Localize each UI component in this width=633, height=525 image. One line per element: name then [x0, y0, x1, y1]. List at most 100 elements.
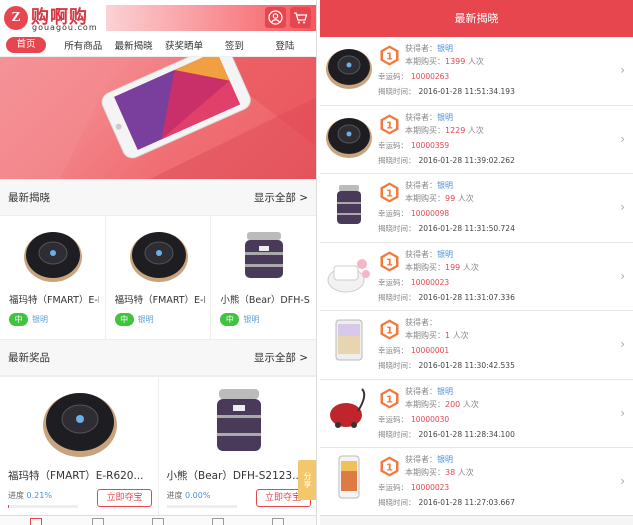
reveal-list-item[interactable]: 1 获得者：银明 本期购买：1399 人次 幸运码： 10000263 揭晓时间： 2016…	[320, 37, 633, 106]
lucky-code: 10000023	[411, 483, 450, 492]
purchase-line: 本期购买：200 人次	[405, 399, 479, 410]
lunch-box-image	[245, 232, 284, 278]
winner-label: 获得者：	[405, 249, 437, 259]
svg-text:1: 1	[386, 257, 393, 268]
reveal-list-item[interactable]: 1 获得者：银明 本期购买：38 人次 幸运码： 10000023 揭晓时间： 2016-0…	[320, 448, 633, 517]
product-name: 福玛特（FMART）E-R620...	[9, 295, 99, 306]
prize-card[interactable]: 小熊（Bear）DFH-S2123... 进度 0.00% 立即夺宝	[159, 377, 317, 519]
first-place-medal-icon: 1	[380, 388, 399, 408]
nav-winner-shares[interactable]: 获奖晒单	[159, 38, 209, 52]
reveal-list-item[interactable]: 1 获得者： 本期购买：1 人次 幸运码： 10000001 揭晓时间： 2016-01-2…	[320, 311, 633, 380]
reveal-card[interactable]: 小熊（Bear）DFH-S2123... 中 银明	[211, 216, 316, 339]
winner-name[interactable]: 银明	[437, 44, 453, 53]
reveal-list: 1 获得者：银明 本期购买：1399 人次 幸运码： 10000263 揭晓时间： 2016…	[320, 37, 633, 517]
win-badge: 中	[114, 313, 134, 326]
reveal-time: 2016-01-28 11:39:02.262	[418, 155, 515, 165]
robot-vacuum-image	[326, 117, 372, 158]
latest-reveal-more-link[interactable]: 显示全部 >	[254, 190, 308, 205]
reveal-time: 2016-01-28 11:31:50.724	[418, 224, 515, 233]
lucky-label: 幸运码：	[378, 140, 408, 150]
winner-name[interactable]: 银明	[138, 313, 154, 326]
cart-icon[interactable]	[290, 7, 311, 28]
bought-label: 本期购买：	[405, 468, 445, 477]
lucky-label: 幸运码：	[378, 346, 408, 355]
winner-name[interactable]: 银明	[243, 313, 259, 326]
latest-reveal-header: 最新揭晓 显示全部 >	[0, 179, 316, 216]
first-place-medal-icon: 1	[380, 182, 399, 203]
winner-label: 获得者：	[405, 386, 437, 396]
lucky-label: 幸运码：	[378, 483, 408, 492]
reveal-time-label: 揭晓时间：	[378, 498, 416, 507]
chevron-right-icon: ›	[620, 63, 625, 77]
product-name: 小熊（Bear）DFH-S2123...	[220, 295, 310, 306]
chevron-right-icon: ›	[620, 200, 625, 214]
latest-prizes-title: 最新奖品	[8, 352, 50, 364]
latest-reveal-grid: 福玛特（FMART）E-R620... 中 银明 福玛特（FMART）E-R62…	[0, 216, 316, 339]
reveal-time-label: 揭晓时间：	[378, 87, 416, 96]
lucky-code-line: 幸运码： 10000001	[378, 345, 449, 356]
bought-label: 本期购买：	[405, 125, 445, 135]
user-icon[interactable]	[265, 7, 286, 28]
prize-card[interactable]: 福玛特（FMART）E-R620... 进度 0.21% 立即夺宝	[0, 377, 159, 519]
reveal-time: 2016-01-28 11:51:34.193	[418, 87, 515, 96]
bought-label: 本期购买：	[405, 57, 445, 66]
winner-name[interactable]: 银明	[437, 113, 453, 122]
lunch-box-image	[216, 389, 261, 451]
mobile-home-panel: Z 购啊购 gouagou.com 首页 所有商品 最新揭晓 获奖晒单 签到 登…	[0, 0, 317, 525]
yogurt-maker-image	[327, 258, 370, 292]
lucky-code-line: 幸运码： 10000023	[378, 482, 449, 493]
first-place-medal-icon: 1	[380, 45, 399, 66]
latest-reveal-title: 最新揭晓	[8, 192, 50, 204]
chevron-right-icon: ›	[620, 131, 625, 146]
win-badge: 中	[9, 313, 28, 326]
reveal-time-line: 揭晓时间： 2016-01-28 11:31:07.336	[378, 292, 515, 303]
winner-name[interactable]: 银明	[32, 313, 48, 326]
reveal-time-label: 揭晓时间：	[378, 361, 416, 370]
reveal-card[interactable]: 福玛特（FMART）E-R620... 中 银明	[106, 216, 212, 339]
purchase-line: 本期购买：99 人次	[405, 193, 474, 204]
category-tab-icon[interactable]	[92, 518, 104, 525]
first-place-medal-icon: 1	[380, 456, 399, 477]
nav-check-in[interactable]: 签到	[209, 38, 259, 52]
bought-label: 本期购买：	[405, 331, 445, 340]
winner-name[interactable]: 银明	[437, 387, 453, 396]
nav-login[interactable]: 登陆	[260, 38, 310, 52]
cart-tab-icon[interactable]	[212, 518, 224, 525]
lucky-code-line: 幸运码： 10000098	[378, 208, 449, 219]
win-badge: 中	[220, 313, 240, 326]
profile-tab-icon[interactable]	[272, 518, 284, 525]
lucky-code: 10000263	[411, 72, 450, 81]
nav-latest-reveal[interactable]: 最新揭晓	[108, 38, 158, 52]
bought-label: 本期购买：	[405, 262, 445, 272]
home-tab-icon[interactable]	[30, 518, 42, 525]
reveal-list-item[interactable]: 1 获得者：银明 本期购买：200 人次 幸运码： 10000030 揭晓时间： 2016-…	[320, 379, 633, 448]
winner-name[interactable]: 银明	[437, 181, 453, 190]
share-tab[interactable]: 分享	[298, 460, 316, 500]
reveal-list-item[interactable]: 1 获得者：银明 本期购买：99 人次 幸运码： 10000098 揭晓时间： 2016-0…	[320, 174, 633, 243]
reveal-list-item[interactable]: 1 获得者：银明 本期购买：199 人次 幸运码： 10000023 揭晓时间： 2016-…	[320, 242, 633, 311]
buy-now-button[interactable]: 立即夺宝	[97, 489, 152, 507]
promo-banner[interactable]	[0, 57, 316, 179]
winner-name[interactable]: 银明	[437, 250, 453, 259]
first-place-medal-icon: 1	[380, 251, 399, 271]
nav-home[interactable]: 首页	[6, 36, 46, 53]
latest-prizes-more-link[interactable]: 显示全部 >	[254, 350, 308, 365]
progress-bar	[8, 505, 78, 508]
purchase-count: 200	[445, 399, 461, 409]
svg-text:1: 1	[386, 189, 393, 200]
lucky-code: 10000359	[411, 140, 450, 150]
lucky-code: 10000030	[411, 414, 450, 424]
logo[interactable]: Z 购啊购 gouagou.com	[4, 4, 100, 32]
main-nav: 首页 所有商品 最新揭晓 获奖晒单 签到 登陆	[0, 33, 316, 57]
nav-all-products[interactable]: 所有商品	[58, 38, 108, 52]
lucky-code-line: 幸运码： 10000359	[378, 140, 449, 151]
svg-text:1: 1	[386, 52, 393, 63]
winner-label: 获得者：	[405, 44, 437, 53]
winner-line: 获得者：银明	[405, 386, 453, 397]
reveal-time-label: 揭晓时间：	[378, 292, 416, 302]
discover-tab-icon[interactable]	[152, 518, 164, 525]
times-unit: 人次	[467, 57, 484, 66]
winner-name[interactable]: 银明	[437, 455, 453, 464]
reveal-card[interactable]: 福玛特（FMART）E-R620... 中 银明	[0, 216, 106, 339]
reveal-list-item[interactable]: 1 获得者：银明 本期购买：1229 人次 幸运码： 10000359 揭晓时间： 2016…	[320, 105, 633, 174]
